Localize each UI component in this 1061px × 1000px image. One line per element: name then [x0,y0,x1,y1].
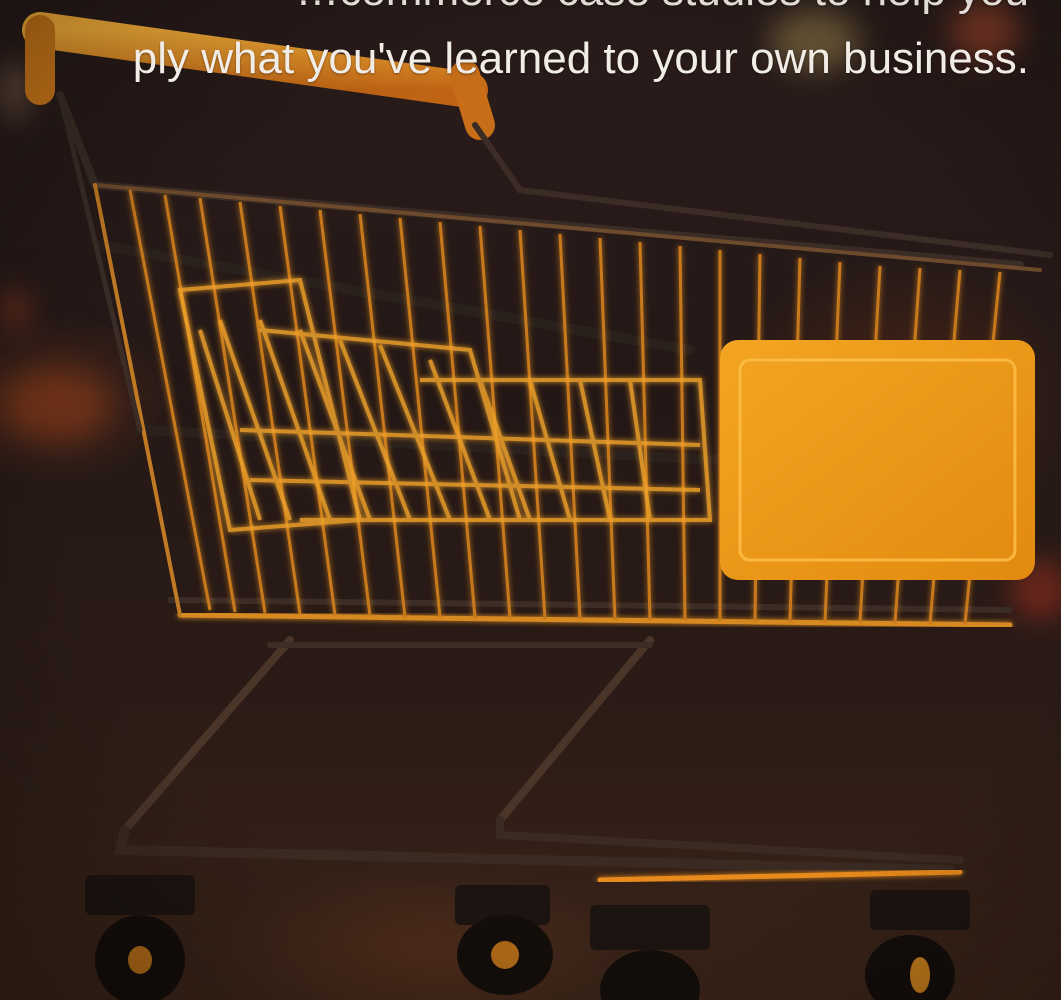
headline-line-2: ply what you've learned to your own busi… [132,34,1029,83]
cart-undercarriage [113,636,964,883]
cart-front-plate [720,340,1035,580]
cart-interior [177,277,713,533]
shopping-cart-image [22,12,1053,1000]
hero-section: …commerce case studies to help you ply w… [0,0,1061,1000]
hero-headline: …commerce case studies to help you ply w… [0,0,1061,100]
cart-wheels [85,875,970,1000]
headline-line-1: …commerce case studies to help you [295,0,1029,20]
